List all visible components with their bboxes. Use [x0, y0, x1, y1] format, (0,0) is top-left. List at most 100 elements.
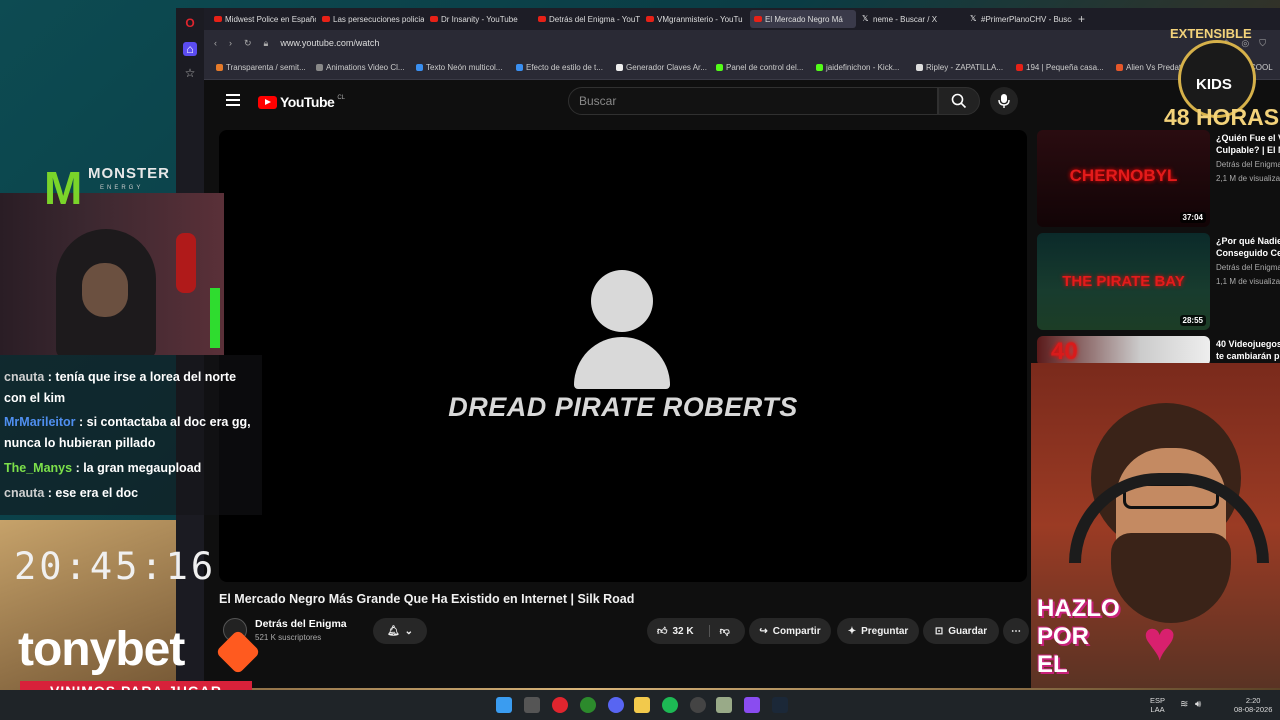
bookmark-label: jaidefinichon - Kick...: [826, 63, 900, 72]
voice-search-button[interactable]: [990, 87, 1018, 115]
related-video[interactable]: CHERNOBYL 37:04 ¿Quién Fue el V Culpable?…: [1037, 130, 1280, 228]
video-overlay-text: DREAD PIRATE ROBERTS: [448, 392, 798, 422]
tab-label: El Mercado Negro Má: [765, 14, 843, 24]
x-icon: 𝕏: [970, 14, 977, 23]
webcam-feed: [0, 193, 224, 355]
notification-bell-button[interactable]: 🔔︎ ⌄: [373, 618, 427, 644]
new-tab-icon[interactable]: +: [1074, 12, 1085, 26]
xbox-icon[interactable]: [580, 697, 596, 713]
tab[interactable]: Midwest Police en Españo: [210, 10, 316, 28]
tab[interactable]: Las persecuciones policiac: [318, 10, 424, 28]
tab-label: Midwest Police en Españo: [225, 14, 316, 24]
tab-label: VMgranmisterio - YouTu: [657, 14, 743, 24]
tab[interactable]: Detrás del Enigma - YouTu: [534, 10, 640, 28]
bookmark-item[interactable]: 194 | Pequeña casa...: [1016, 63, 1112, 72]
related-video[interactable]: THE PIRATE BAY 28:55 ¿Por qué Nadie Conse…: [1037, 233, 1280, 331]
file-explorer-icon[interactable]: [634, 697, 650, 713]
like-button[interactable]: 👍︎ 32 K 👎︎: [647, 618, 745, 644]
ask-button[interactable]: ✦ Preguntar: [837, 618, 919, 644]
bookmark-label: Animations Video Cl...: [326, 63, 405, 72]
discord-icon[interactable]: [608, 697, 624, 713]
tab-active[interactable]: El Mercado Negro Má: [750, 10, 856, 28]
chat-text: la gran megaupload: [83, 461, 202, 475]
opera-logo-icon[interactable]: O: [183, 16, 197, 30]
user-silhouette-icon: [591, 270, 653, 332]
bell-icon: 🔔︎: [386, 625, 400, 637]
more-actions-button[interactable]: ⋯: [1003, 618, 1029, 644]
bookmark-item[interactable]: Efecto de estilo de t...: [516, 63, 612, 72]
bookmark-item[interactable]: Ripley - ZAPATILLA...: [916, 63, 1012, 72]
share-button[interactable]: ↪ Compartir: [749, 618, 831, 644]
bookmark-label: Transparenta / semit...: [226, 63, 306, 72]
search-input[interactable]: Buscar: [568, 87, 938, 115]
forward-icon[interactable]: ›: [229, 38, 232, 48]
spotify-icon[interactable]: [662, 697, 678, 713]
system-clock[interactable]: 2:20 08-08-2026: [1234, 696, 1272, 714]
youtube-logo[interactable]: YouTube CL: [258, 94, 345, 110]
brand-sub: ENERGY: [100, 185, 144, 191]
streamer-face: [82, 263, 128, 317]
bookmark-icon: [716, 64, 723, 71]
logo-text: YouTube: [280, 94, 335, 110]
subscriber-count: 521 K suscriptores: [255, 633, 322, 642]
tab[interactable]: Dr Insanity - YouTube: [426, 10, 532, 28]
monster-logo-icon: M: [44, 162, 83, 214]
bookmark-label: 194 | Pequeña casa...: [1026, 63, 1104, 72]
title-line: ¿Quién Fue el V: [1216, 133, 1280, 143]
title-line: ¿Por qué Nadie: [1216, 236, 1280, 246]
youtube-icon: [214, 16, 222, 22]
home-icon[interactable]: ⌂: [183, 42, 197, 56]
tab[interactable]: 𝕏 #PrimerPlanoCHV - Busca: [966, 10, 1072, 28]
bookmark-item[interactable]: Panel de control del...: [716, 63, 812, 72]
menu-icon[interactable]: [226, 94, 240, 106]
save-button[interactable]: ⊡ Guardar: [923, 618, 999, 644]
kids-badge: EXTENSIBLE KIDS 48 HORAS: [1164, 26, 1280, 132]
channel-name[interactable]: Detrás del Enigma: [255, 618, 347, 630]
windows-start-icon[interactable]: [496, 697, 512, 713]
task-view-icon[interactable]: [524, 697, 540, 713]
cta-line: EL: [1037, 651, 1068, 678]
thumbs-down-icon[interactable]: 👎︎: [708, 625, 730, 637]
bookmark-label: Ripley - ZAPATILLA...: [926, 63, 1004, 72]
chat-message: cnauta : tenía que irse a lorea del nort…: [4, 370, 237, 405]
video-thumbnail[interactable]: THE PIRATE BAY 28:55: [1037, 233, 1210, 330]
bookmark-icon[interactable]: ☆: [183, 66, 197, 80]
bookmark-item[interactable]: Generador Claves Ar...: [616, 63, 712, 72]
wifi-icon[interactable]: ≋: [1180, 696, 1188, 714]
clock-time: 2:20: [1245, 696, 1261, 705]
back-icon[interactable]: ‹: [214, 38, 217, 48]
youtube-icon: [322, 16, 330, 22]
tab[interactable]: VMgranmisterio - YouTu: [642, 10, 748, 28]
video-thumbnail[interactable]: CHERNOBYL 37:04: [1037, 130, 1210, 227]
bookmark-item[interactable]: Transparenta / semit...: [216, 63, 312, 72]
bookmark-item[interactable]: Animations Video Cl...: [316, 63, 412, 72]
search-button[interactable]: [938, 87, 980, 115]
bookmark-icon: [316, 64, 323, 71]
video-player[interactable]: DREAD PIRATE ROBERTS: [219, 130, 1027, 582]
chat-user: MrMarileitor: [4, 415, 76, 429]
video-duration: 37:04: [1179, 212, 1206, 223]
bookmark-icon: [616, 64, 623, 71]
app-icon[interactable]: [744, 697, 760, 713]
badge-word: KIDS: [1196, 76, 1232, 93]
opera-icon[interactable]: [552, 697, 568, 713]
reload-icon[interactable]: ↻: [244, 38, 252, 49]
like-count: 32 K: [672, 625, 694, 637]
youtube-play-icon: [258, 95, 277, 109]
related-views: 2,1 M de visualiza: [1216, 174, 1280, 183]
background-light: [210, 288, 220, 348]
video-thumbnail[interactable]: 40: [1037, 336, 1210, 366]
chat-user: The_Manys: [4, 461, 73, 475]
lock-icon: 🔒︎: [263, 37, 269, 48]
sparkle-icon: ✦: [847, 625, 857, 637]
tab[interactable]: 𝕏neme - Buscar / X: [858, 10, 964, 28]
steam-icon[interactable]: [772, 697, 788, 713]
language-indicator[interactable]: ESP LAA: [1150, 696, 1165, 714]
url-field[interactable]: www.youtube.com/watch: [280, 38, 379, 48]
badge-bottom-text: 48 HORAS: [1164, 104, 1280, 130]
volume-icon[interactable]: 🔊︎: [1195, 696, 1201, 714]
bookmark-item[interactable]: Texto Neón multicol...: [416, 63, 512, 72]
bookmark-item[interactable]: jaidefinichon - Kick...: [816, 63, 912, 72]
obs-icon[interactable]: [690, 697, 706, 713]
app-icon[interactable]: [716, 697, 732, 713]
